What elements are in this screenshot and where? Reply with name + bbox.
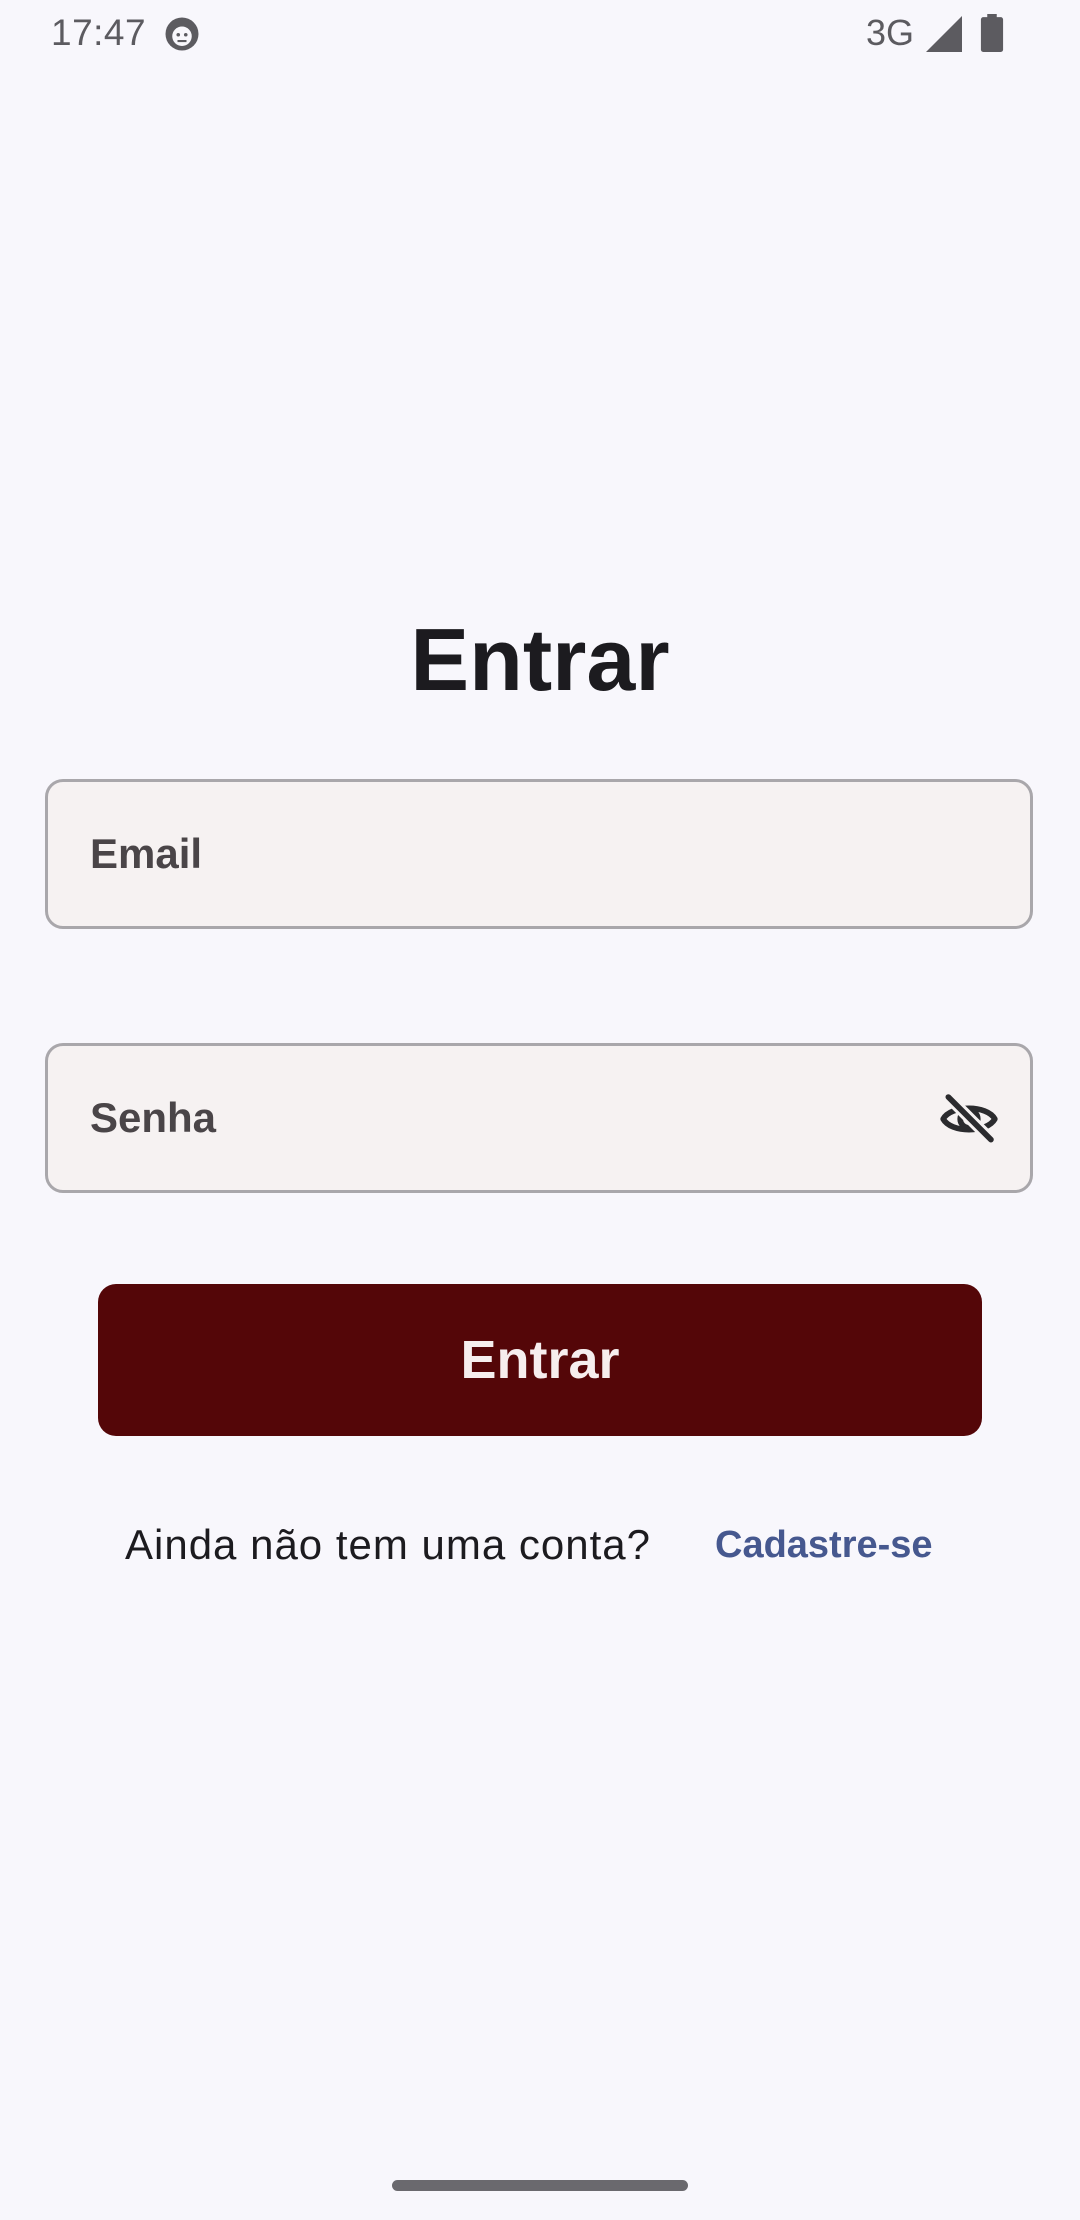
- signup-row: Ainda não tem uma conta? Cadastre-se: [0, 1515, 1080, 1575]
- face-icon: [165, 17, 199, 51]
- eye-off-icon[interactable]: [938, 1088, 1000, 1150]
- status-bar: 17:47 3G: [0, 0, 1080, 66]
- password-field[interactable]: Senha: [45, 1043, 1033, 1193]
- page-title: Entrar: [410, 610, 670, 709]
- network-type: 3G: [866, 12, 915, 53]
- signal-icon: [926, 16, 962, 52]
- status-time: 17:47: [51, 12, 147, 53]
- signup-prompt: Ainda não tem uma conta?: [125, 1521, 651, 1568]
- email-field-label: Email: [90, 830, 203, 877]
- login-button[interactable]: Entrar: [98, 1284, 982, 1436]
- email-field[interactable]: Email: [45, 779, 1033, 929]
- signup-link[interactable]: Cadastre-se: [715, 1515, 933, 1575]
- home-indicator[interactable]: [392, 2180, 688, 2191]
- password-field-label: Senha: [90, 1094, 217, 1141]
- battery-icon: [980, 14, 1004, 52]
